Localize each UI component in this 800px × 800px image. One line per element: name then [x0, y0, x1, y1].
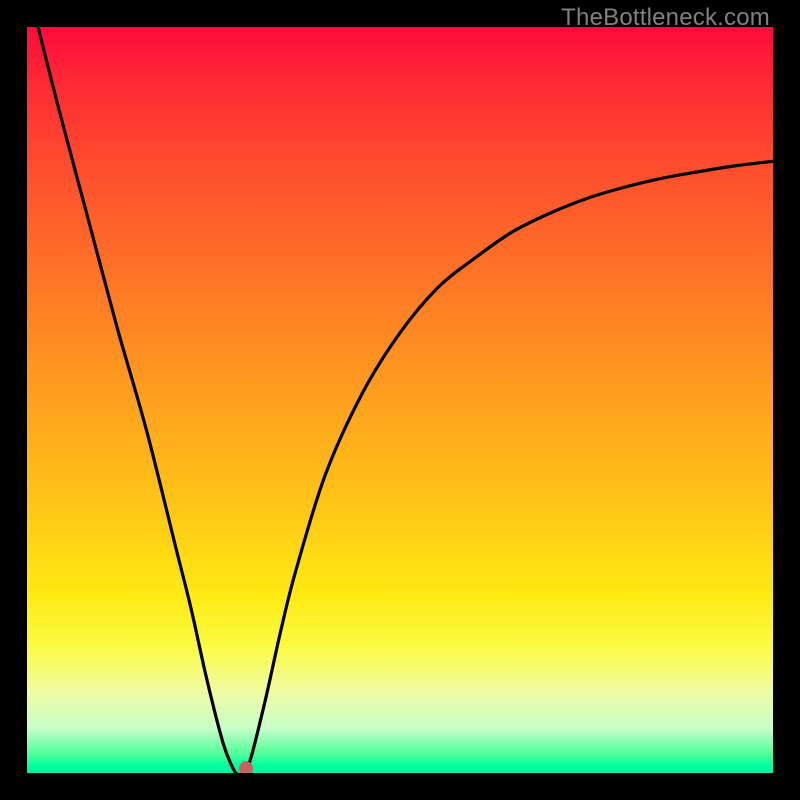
chart-frame: TheBottleneck.com: [0, 0, 800, 800]
minimum-marker: [239, 761, 253, 773]
bottleneck-curve: [27, 27, 773, 773]
plot-area: [27, 27, 773, 773]
